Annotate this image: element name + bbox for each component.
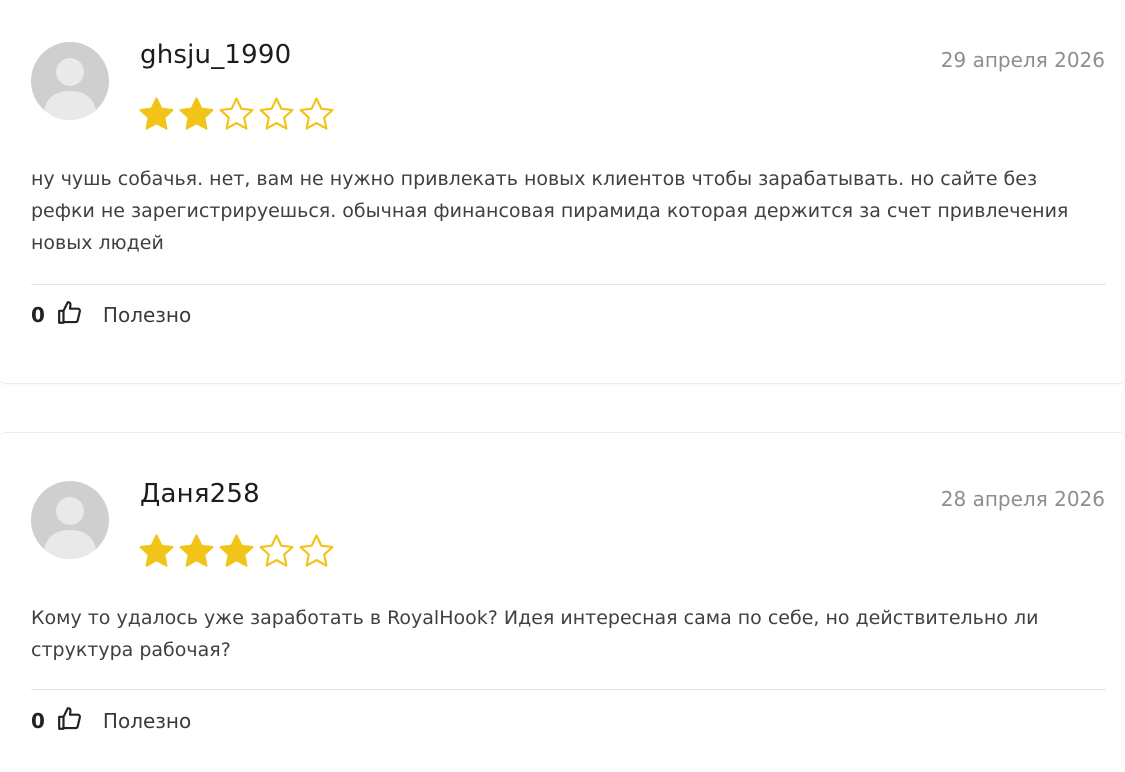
review-author: ghsju_1990 xyxy=(140,40,292,70)
thumbs-up-icon[interactable] xyxy=(57,300,83,326)
star-empty-icon xyxy=(259,534,294,567)
star-filled-icon xyxy=(139,97,174,130)
divider xyxy=(31,689,1106,690)
helpful-count: 0 xyxy=(31,709,45,733)
divider xyxy=(31,284,1106,285)
star-empty-icon xyxy=(299,534,334,567)
star-rating xyxy=(138,96,335,133)
user-avatar-icon xyxy=(31,481,109,559)
review-footer: 0 Полезно xyxy=(31,300,191,327)
thumbs-up-icon[interactable] xyxy=(57,706,83,732)
helpful-count: 0 xyxy=(31,303,45,327)
star-empty-icon xyxy=(219,97,254,130)
review-card: Даня258 28 апреля 2026 Кому то удалось у… xyxy=(0,432,1125,772)
star-empty-icon xyxy=(299,97,334,130)
review-date: 28 апреля 2026 xyxy=(940,487,1105,511)
review-footer: 0 Полезно xyxy=(31,706,191,733)
review-text: ну чушь собачья. нет, вам не нужно привл… xyxy=(31,168,1069,254)
review-text: Кому то удалось уже заработать в RoyalHo… xyxy=(31,607,1039,661)
star-rating xyxy=(138,533,335,570)
review-author: Даня258 xyxy=(140,479,260,509)
star-filled-icon xyxy=(179,97,214,130)
star-empty-icon xyxy=(259,97,294,130)
star-filled-icon xyxy=(179,534,214,567)
review-card: ghsju_1990 29 апреля 2026 ну чушь собачь… xyxy=(0,0,1125,384)
review-date: 29 апреля 2026 xyxy=(940,48,1105,72)
user-avatar-icon xyxy=(31,42,109,120)
star-filled-icon xyxy=(219,534,254,567)
helpful-button[interactable]: Полезно xyxy=(103,303,191,327)
helpful-button[interactable]: Полезно xyxy=(103,709,191,733)
star-filled-icon xyxy=(139,534,174,567)
